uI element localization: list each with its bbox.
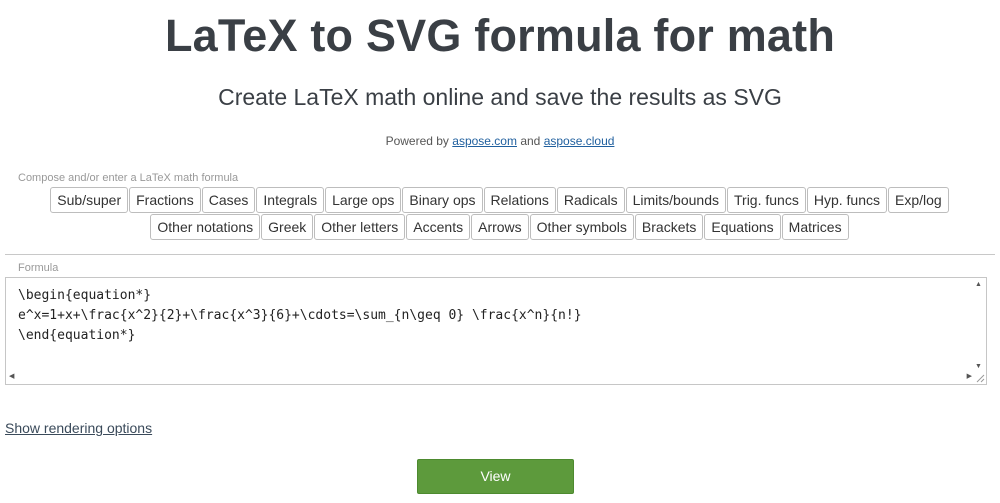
- page-title: LaTeX to SVG formula for math: [164, 10, 836, 61]
- formula-textarea[interactable]: \begin{equation*} e^x=1+x+\frac{x^2}{2}+…: [5, 277, 987, 385]
- matrices-button[interactable]: Matrices: [781, 214, 849, 240]
- arrows-button[interactable]: Arrows: [471, 214, 529, 240]
- view-button[interactable]: View: [417, 459, 574, 494]
- compose-label: Compose and/or enter a LaTeX math formul…: [18, 172, 239, 184]
- equations-button[interactable]: Equations: [704, 214, 781, 240]
- resize-handle-icon[interactable]: [975, 373, 985, 383]
- large-ops-button[interactable]: Large ops: [325, 187, 402, 213]
- aspose-com-link[interactable]: aspose.com: [452, 134, 517, 148]
- binary-ops-button[interactable]: Binary ops: [402, 187, 483, 213]
- vertical-scrollbar[interactable]: ▲ ▼: [972, 278, 986, 372]
- radicals-button[interactable]: Radicals: [556, 187, 625, 213]
- other-letters-button[interactable]: Other letters: [314, 214, 406, 240]
- hyp-funcs-button[interactable]: Hyp. funcs: [806, 187, 887, 213]
- horizontal-scrollbar[interactable]: ◀ ▶: [6, 370, 974, 384]
- toolbar-row-2: Other notations Greek Other letters Acce…: [0, 214, 1000, 240]
- relations-button[interactable]: Relations: [483, 187, 556, 213]
- accents-button[interactable]: Accents: [406, 214, 471, 240]
- sub-super-button[interactable]: Sub/super: [50, 187, 129, 213]
- scroll-right-icon[interactable]: ▶: [967, 372, 972, 380]
- fractions-button[interactable]: Fractions: [129, 187, 201, 213]
- other-symbols-button[interactable]: Other symbols: [529, 214, 634, 240]
- limits-bounds-button[interactable]: Limits/bounds: [625, 187, 726, 213]
- powered-by-prefix: Powered by: [385, 134, 449, 148]
- page-subtitle: Create LaTeX math online and save the re…: [218, 84, 782, 110]
- cases-button[interactable]: Cases: [201, 187, 256, 213]
- scroll-left-icon[interactable]: ◀: [9, 372, 14, 380]
- show-rendering-options-link[interactable]: Show rendering options: [5, 420, 152, 436]
- aspose-cloud-link[interactable]: aspose.cloud: [544, 134, 615, 148]
- section-divider: [5, 254, 995, 255]
- exp-log-button[interactable]: Exp/log: [887, 187, 949, 213]
- trig-funcs-button[interactable]: Trig. funcs: [727, 187, 806, 213]
- brackets-button[interactable]: Brackets: [634, 214, 704, 240]
- formula-text[interactable]: \begin{equation*} e^x=1+x+\frac{x^2}{2}+…: [18, 286, 958, 346]
- toolbar-row-1: Sub/super Fractions Cases Integrals Larg…: [0, 187, 1000, 213]
- powered-by: Powered by aspose.com and aspose.cloud: [0, 134, 1000, 148]
- powered-by-and: and: [520, 134, 541, 148]
- integrals-button[interactable]: Integrals: [256, 187, 325, 213]
- scroll-down-icon[interactable]: ▼: [975, 363, 982, 370]
- formula-label: Formula: [18, 262, 59, 274]
- other-notations-button[interactable]: Other notations: [150, 214, 261, 240]
- scroll-up-icon[interactable]: ▲: [975, 281, 982, 288]
- greek-button[interactable]: Greek: [261, 214, 314, 240]
